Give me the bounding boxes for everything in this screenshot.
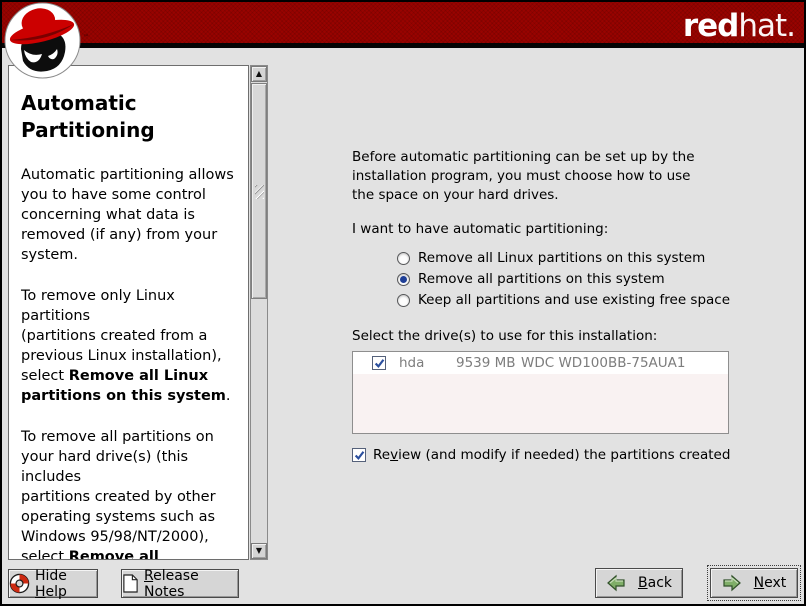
drive-device: hda xyxy=(399,355,456,371)
drives-select-label: Select the drive(s) to use for this inst… xyxy=(352,327,657,346)
scrollbar-grip-icon xyxy=(255,185,264,199)
scrollbar-thumb[interactable] xyxy=(251,83,267,299)
next-label: Next xyxy=(754,575,787,591)
radio-keep-all-partitions[interactable]: Keep all partitions and use existing fre… xyxy=(397,290,730,310)
radio-remove-linux-partitions[interactable]: Remove all Linux partitions on this syst… xyxy=(397,248,705,268)
scroll-down-button[interactable]: ▼ xyxy=(251,543,267,559)
radio-button-icon-selected[interactable] xyxy=(397,273,410,286)
check-icon xyxy=(374,358,385,369)
hide-help-button[interactable]: Hide Help xyxy=(8,569,98,598)
radio-button-icon[interactable] xyxy=(397,294,410,307)
drive-checkbox-checked[interactable] xyxy=(372,356,386,370)
radio-remove-all-partitions[interactable]: Remove all partitions on this system xyxy=(397,269,665,289)
arrow-right-icon xyxy=(722,574,742,592)
intro-text: Before automatic partitioning can be set… xyxy=(352,148,695,205)
redhat-shadowman-logo xyxy=(4,2,81,79)
radio-label: Keep all partitions and use existing fre… xyxy=(418,292,730,308)
back-button[interactable]: Back xyxy=(595,568,683,598)
review-checkbox-label: Review (and modify if needed) the partit… xyxy=(373,447,730,463)
drive-list[interactable]: hda 9539 MB WDC WD100BB-75AUA1 xyxy=(352,351,729,434)
drive-size: 9539 MB xyxy=(456,355,521,371)
partitioning-prompt: I want to have automatic partitioning: xyxy=(352,220,608,239)
radio-selected-dot xyxy=(400,276,407,283)
radio-label: Remove all partitions on this system xyxy=(418,271,665,287)
logo-trademark: ™ xyxy=(83,34,89,41)
help-heading: Automatic Partitioning xyxy=(21,90,236,144)
hide-help-label: Hide Help xyxy=(35,568,97,600)
release-notes-button[interactable]: Release Notes xyxy=(121,569,239,598)
help-scrollbar[interactable]: ▲ ▼ xyxy=(250,65,268,560)
help-p2-period: . xyxy=(226,388,231,404)
help-panel: Automatic Partitioning Automatic partiti… xyxy=(8,65,249,560)
lifebuoy-icon xyxy=(9,573,30,594)
wordmark-red: red xyxy=(683,8,739,44)
triangle-up-icon: ▲ xyxy=(256,70,262,78)
help-paragraph-3: To remove all partitions on your hard dr… xyxy=(21,427,236,560)
release-notes-label: Release Notes xyxy=(144,568,238,600)
redhat-wordmark: redhat. xyxy=(683,9,795,43)
help-paragraph-1: Automatic partitioning allows you to hav… xyxy=(21,165,236,265)
document-icon xyxy=(122,574,139,593)
drive-model: WDC WD100BB-75AUA1 xyxy=(521,355,728,371)
radio-label: Remove all Linux partitions on this syst… xyxy=(418,250,705,266)
review-checkbox-checked[interactable] xyxy=(352,448,366,462)
scroll-up-button[interactable]: ▲ xyxy=(251,66,267,82)
radio-button-icon[interactable] xyxy=(397,252,410,265)
installer-window: ™ redhat. Automatic Partitioning Automat… xyxy=(0,0,806,606)
review-partitions-option[interactable]: Review (and modify if needed) the partit… xyxy=(352,447,730,463)
next-button[interactable]: Next xyxy=(710,568,798,598)
help-p3-text: To remove all partitions on your hard dr… xyxy=(21,429,216,560)
check-icon xyxy=(354,450,365,461)
back-label: Back xyxy=(638,575,672,591)
arrow-left-icon xyxy=(606,574,626,592)
help-paragraph-2: To remove only Linux partitions (partiti… xyxy=(21,286,236,406)
wordmark-hat: hat. xyxy=(738,8,795,44)
triangle-down-icon: ▼ xyxy=(256,547,262,555)
drive-row-hda[interactable]: hda 9539 MB WDC WD100BB-75AUA1 xyxy=(353,352,728,374)
